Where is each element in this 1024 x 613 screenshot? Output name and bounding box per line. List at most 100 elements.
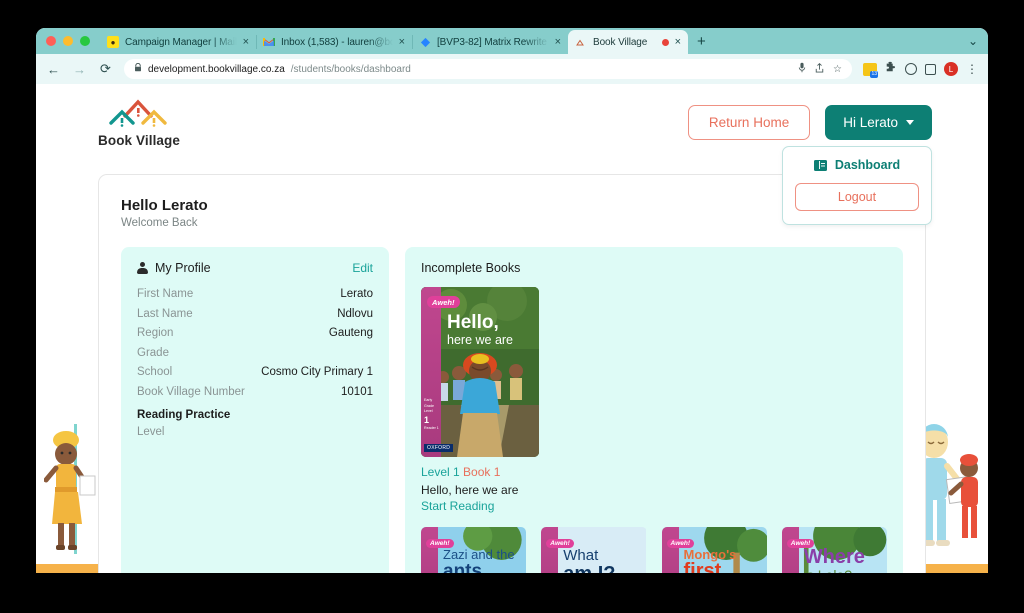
close-window-button[interactable] xyxy=(46,36,56,46)
user-menu-label: Hi Lerato xyxy=(843,114,898,130)
tab-search-button[interactable]: ⌄ xyxy=(968,28,988,54)
profile-avatar[interactable]: L xyxy=(944,62,958,76)
profile-title-label: My Profile xyxy=(155,261,211,275)
cover-spine-meta: Early Grade Level 1 Reader 1 xyxy=(424,398,440,431)
chevron-down-icon xyxy=(906,119,914,125)
cover-spine xyxy=(781,527,799,573)
cover-title: Where is Lelo? xyxy=(804,547,883,573)
cover-spine xyxy=(421,527,438,573)
new-tab-button[interactable]: + xyxy=(688,30,715,54)
cover-title: Zazi and the ants xyxy=(443,547,522,573)
cover-spine xyxy=(661,527,679,573)
book-cover-what-am-i[interactable]: Aweh! What am I? xyxy=(541,527,647,573)
book-cover-mongos-first-day[interactable]: Aweh! Mongo's first day xyxy=(661,527,767,573)
book-village-icon xyxy=(575,36,587,48)
book-cover-zazi-and-the-ants[interactable]: Aweh! Zazi and the ants xyxy=(421,527,527,573)
field-label: Book Village Number xyxy=(137,385,245,398)
field-label: First Name xyxy=(137,288,194,300)
profile-field-last-name: Last Name Ndlovu xyxy=(137,308,373,320)
profile-field-book-village-number: Book Village Number 10101 xyxy=(137,386,373,398)
close-tab-icon[interactable]: × xyxy=(555,36,561,48)
tab-title: Campaign Manager | Mailchimp xyxy=(125,36,237,48)
profile-field-region: Region Gauteng xyxy=(137,327,373,339)
site-logo[interactable]: Book Village xyxy=(98,96,180,148)
profile-field-school: School Cosmo City Primary 1 xyxy=(137,366,373,378)
profile-field-first-name: First Name Lerato xyxy=(137,288,373,300)
tab-title: Inbox (1,583) - lauren@bookv xyxy=(281,36,393,48)
browser-tab-mailchimp[interactable]: ● Campaign Manager | Mailchimp × xyxy=(100,30,256,54)
maximize-window-button[interactable] xyxy=(80,36,90,46)
url-path: /students/books/dashboard xyxy=(290,63,411,75)
person-icon xyxy=(137,262,148,274)
page-viewport: Book Village Return Home Hi Lerato Dashb… xyxy=(36,84,988,573)
back-button[interactable]: ← xyxy=(46,62,61,77)
spine-level: 1 xyxy=(424,414,430,425)
browser-toolbar: ← → ⟳ development.bookvillage.co.za/stud… xyxy=(36,54,988,84)
mailchimp-icon: ● xyxy=(107,36,119,48)
minimize-window-button[interactable] xyxy=(63,36,73,46)
field-value: Cosmo City Primary 1 xyxy=(261,366,373,378)
microphone-icon[interactable] xyxy=(798,62,806,76)
profile-field-grade: Grade xyxy=(137,347,373,359)
lock-icon xyxy=(134,62,142,75)
cover-title-line2: here we are xyxy=(447,333,514,347)
user-menu-button[interactable]: Hi Lerato xyxy=(825,104,932,140)
spine-sub: Reader 1 xyxy=(424,425,439,430)
address-bar[interactable]: development.bookvillage.co.za/students/b… xyxy=(124,59,852,79)
cover-title-line2: is Lelo? xyxy=(804,567,883,573)
field-value: 10101 xyxy=(341,385,373,398)
gmail-icon xyxy=(263,36,275,48)
reading-practice-title: Reading Practice xyxy=(137,408,231,421)
close-tab-icon[interactable]: × xyxy=(675,36,681,48)
close-tab-icon[interactable]: × xyxy=(399,36,405,48)
puzzle-extensions-icon[interactable] xyxy=(885,60,897,78)
more-books-row: Aweh! Zazi and the ants Aweh! What Aweh!… xyxy=(421,527,887,573)
book-number-label: Book 1 xyxy=(463,465,501,479)
book-cover-where-is-lelo[interactable]: Aweh! Where is Lelo? xyxy=(781,527,887,573)
field-label: Region xyxy=(137,327,174,339)
browser-tab-jira[interactable]: [BVP3-82] Matrix Rewrite - Ji × xyxy=(412,30,568,54)
featured-book-card[interactable]: Aweh! Hello, here we are Early Grade Lev… xyxy=(421,287,539,515)
reading-practice-level-label: Level xyxy=(137,425,165,438)
browser-tab-gmail[interactable]: Inbox (1,583) - lauren@bookv × xyxy=(256,30,412,54)
user-dropdown-menu: Dashboard Logout xyxy=(782,146,932,225)
cover-title-line2: first xyxy=(683,560,722,573)
dropdown-dashboard-label: Dashboard xyxy=(834,158,901,172)
cover-spine xyxy=(421,287,441,457)
edit-profile-link[interactable]: Edit xyxy=(352,261,373,275)
cover-title-line1: Where xyxy=(803,546,865,568)
sidepanel-icon[interactable] xyxy=(925,63,936,75)
cover-title-line1: Hello, xyxy=(447,312,499,333)
field-value: Ndlovu xyxy=(337,307,373,320)
book-cover-hello-here-we-are[interactable]: Aweh! Hello, here we are Early Grade Lev… xyxy=(421,287,539,457)
illustration-girl-left xyxy=(43,424,106,559)
browser-tab-book-village[interactable]: Book Village × xyxy=(568,30,688,54)
profile-panel-title: My Profile xyxy=(137,261,211,275)
field-label: Last Name xyxy=(137,307,193,320)
book-village-logo-icon xyxy=(109,99,167,127)
history-circle-icon[interactable] xyxy=(905,63,917,75)
dropdown-item-dashboard[interactable]: Dashboard xyxy=(795,158,919,172)
book-title: Hello, here we are xyxy=(421,483,519,497)
dashboard-card: Hello Lerato Welcome Back My Profile Edi… xyxy=(98,174,926,573)
field-value: Lerato xyxy=(340,288,373,300)
url-domain: development.bookvillage.co.za xyxy=(148,63,285,75)
reload-button[interactable]: ⟳ xyxy=(98,61,113,77)
start-reading-link[interactable]: Start Reading xyxy=(421,499,494,513)
tab-audio-indicator-icon[interactable] xyxy=(661,38,669,46)
close-tab-icon[interactable]: × xyxy=(243,36,249,48)
logout-button[interactable]: Logout xyxy=(795,183,919,211)
cover-spine xyxy=(541,527,559,573)
forward-button[interactable]: → xyxy=(72,62,87,77)
bookmark-star-icon[interactable]: ☆ xyxy=(833,64,842,75)
field-label: School xyxy=(137,366,173,378)
cover-title-line2: am I? xyxy=(563,564,642,573)
return-home-button[interactable]: Return Home xyxy=(687,104,811,140)
dashboard-icon xyxy=(813,159,827,171)
extension-badge-icon[interactable] xyxy=(863,62,878,78)
share-icon[interactable] xyxy=(815,62,824,76)
browser-menu-icon[interactable]: ⋮ xyxy=(966,62,978,76)
aweh-badge: Aweh! xyxy=(427,296,460,308)
browser-tab-strip: ● Campaign Manager | Mailchimp × Inbox (… xyxy=(36,28,988,54)
window-controls xyxy=(44,28,100,54)
